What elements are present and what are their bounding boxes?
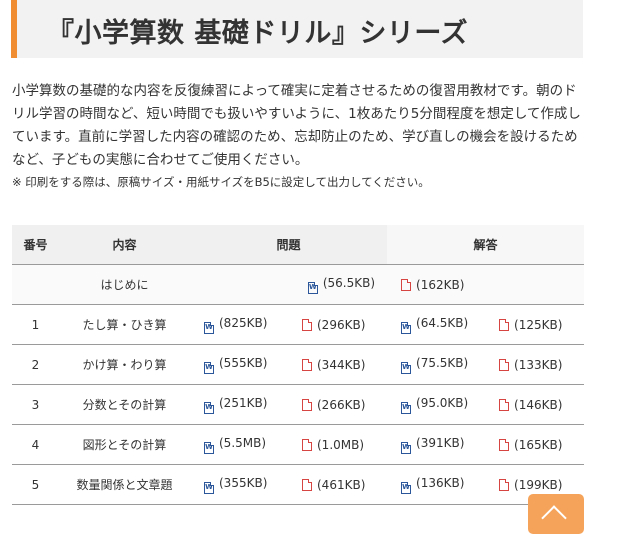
table-row: 1 たし算・ひき算 W (825KB) (296KB) W (64.5KB) (125KB)	[12, 304, 585, 345]
print-note: ※ 印刷をする際は、原稿サイズ・用紙サイズをB5に設定して出力してください。	[12, 175, 430, 189]
table-header-row: 番号 内容 問題 解答	[12, 225, 585, 265]
question-pdf-link[interactable]: (296KB)	[288, 304, 388, 345]
file-size: (162KB)	[416, 277, 465, 292]
cell-content: 数量関係と文章題	[59, 464, 190, 505]
answer-pdf-link[interactable]: (125KB)	[485, 304, 585, 345]
word-file-icon: W	[204, 321, 214, 334]
cell-number: 2	[12, 344, 59, 385]
word-file-icon: W	[307, 281, 318, 294]
pdf-file-icon	[302, 478, 312, 491]
pdf-file-icon	[401, 278, 412, 291]
cell-content: 分数とその計算	[59, 384, 190, 425]
file-size: (555KB)	[219, 355, 268, 370]
word-file-icon: W	[204, 441, 214, 454]
word-file-icon: W	[204, 361, 214, 374]
word-file-icon: W	[204, 481, 214, 494]
question-word-link[interactable]: W (251KB)	[190, 384, 288, 425]
question-word-link[interactable]: W (825KB)	[190, 304, 288, 345]
file-size: (125KB)	[514, 317, 563, 332]
page-title: 『小学算数 基礎ドリル』シリーズ	[47, 18, 469, 49]
question-word-link[interactable]: W (555KB)	[190, 344, 288, 385]
question-pdf-link[interactable]: (266KB)	[288, 384, 388, 425]
intro-word-link[interactable]: W (56.5KB)	[190, 264, 388, 305]
question-pdf-link[interactable]: (344KB)	[288, 344, 388, 385]
file-size: (266KB)	[317, 397, 366, 412]
file-size: (56.5KB)	[322, 275, 376, 290]
intro-text: 小学算数の基礎的な内容を反復練習によって確実に定着させるための復習用教材です。朝…	[12, 83, 581, 168]
question-pdf-link[interactable]: (461KB)	[288, 464, 388, 505]
cell-number: 3	[12, 384, 59, 425]
file-size: (133KB)	[514, 357, 563, 372]
file-size: (146KB)	[514, 397, 563, 412]
cell-number: 5	[12, 464, 59, 505]
file-size: (165KB)	[514, 437, 563, 452]
pdf-file-icon	[499, 398, 510, 411]
header-number: 番号	[12, 225, 59, 265]
pdf-file-icon	[499, 318, 510, 331]
cell-number: 1	[12, 304, 59, 345]
pdf-file-icon	[302, 318, 312, 331]
word-file-icon: W	[401, 321, 412, 334]
table-body: はじめに W (56.5KB) (162KB) 1 たし算・ひき算 W (825KB) (…	[12, 264, 585, 505]
file-size: (355KB)	[219, 475, 268, 490]
drill-table: 番号 内容 問題 解答 はじめに W (56.5KB) (162KB) 1 たし算・…	[12, 225, 585, 505]
file-size: (461KB)	[317, 477, 366, 492]
word-file-icon: W	[401, 441, 412, 454]
cell-content: かけ算・わり算	[59, 344, 190, 385]
cell-number	[12, 264, 59, 305]
word-file-icon: W	[401, 401, 412, 414]
answer-pdf-link[interactable]: (133KB)	[485, 344, 585, 385]
word-file-icon: W	[401, 481, 412, 494]
pdf-file-icon	[302, 438, 312, 451]
table-row: 2 かけ算・わり算 W (555KB) (344KB) W (75.5KB) (133KB)	[12, 344, 585, 385]
table-row: 4 図形とその計算 W (5.5MB) (1.0MB) W (391KB) (165KB)	[12, 424, 585, 465]
question-pdf-link[interactable]: (1.0MB)	[288, 424, 388, 465]
answer-word-link[interactable]: W (75.5KB)	[387, 344, 486, 385]
cell-content: はじめに	[59, 264, 190, 305]
file-size: (1.0MB)	[317, 437, 365, 452]
answer-pdf-link[interactable]: (146KB)	[485, 384, 585, 425]
cell-content: たし算・ひき算	[59, 304, 190, 345]
back-to-top-button[interactable]	[528, 494, 584, 534]
pdf-file-icon	[302, 398, 312, 411]
answer-pdf-link[interactable]: (165KB)	[485, 424, 585, 465]
header-answers: 解答	[387, 225, 585, 265]
file-size: (344KB)	[317, 357, 366, 372]
file-size: (825KB)	[219, 315, 268, 330]
word-file-icon: W	[401, 361, 412, 374]
cell-content: 図形とその計算	[59, 424, 190, 465]
question-word-link[interactable]: W (5.5MB)	[190, 424, 288, 465]
cell-number: 4	[12, 424, 59, 465]
file-size: (251KB)	[219, 395, 268, 410]
file-size: (75.5KB)	[416, 355, 469, 370]
answer-word-link[interactable]: W (64.5KB)	[387, 304, 486, 345]
page-header: 『小学算数 基礎ドリル』シリーズ	[11, 0, 583, 58]
chevron-up-icon	[541, 505, 567, 531]
pdf-file-icon	[499, 478, 510, 491]
answer-word-link[interactable]: W (136KB)	[387, 464, 486, 505]
answer-word-link[interactable]: W (95.0KB)	[387, 384, 486, 425]
header-questions: 問題	[190, 225, 388, 265]
word-file-icon: W	[204, 401, 214, 414]
pdf-file-icon	[499, 358, 510, 371]
answer-word-link[interactable]: W (391KB)	[387, 424, 486, 465]
file-size: (64.5KB)	[416, 315, 469, 330]
pdf-file-icon	[302, 358, 312, 371]
header-content: 内容	[59, 225, 190, 265]
question-word-link[interactable]: W (355KB)	[190, 464, 288, 505]
table-row: 3 分数とその計算 W (251KB) (266KB) W (95.0KB) (146KB)	[12, 384, 585, 425]
file-size: (5.5MB)	[219, 435, 267, 450]
file-size: (296KB)	[317, 317, 366, 332]
file-size: (95.0KB)	[416, 395, 469, 410]
intro-pdf-link[interactable]: (162KB)	[387, 264, 585, 305]
pdf-file-icon	[499, 438, 510, 451]
table-row-intro: はじめに W (56.5KB) (162KB)	[12, 264, 585, 305]
file-size: (199KB)	[514, 477, 563, 492]
file-size: (136KB)	[416, 475, 465, 490]
table-row: 5 数量関係と文章題 W (355KB) (461KB) W (136KB) (199KB)	[12, 464, 585, 505]
file-size: (391KB)	[416, 435, 465, 450]
